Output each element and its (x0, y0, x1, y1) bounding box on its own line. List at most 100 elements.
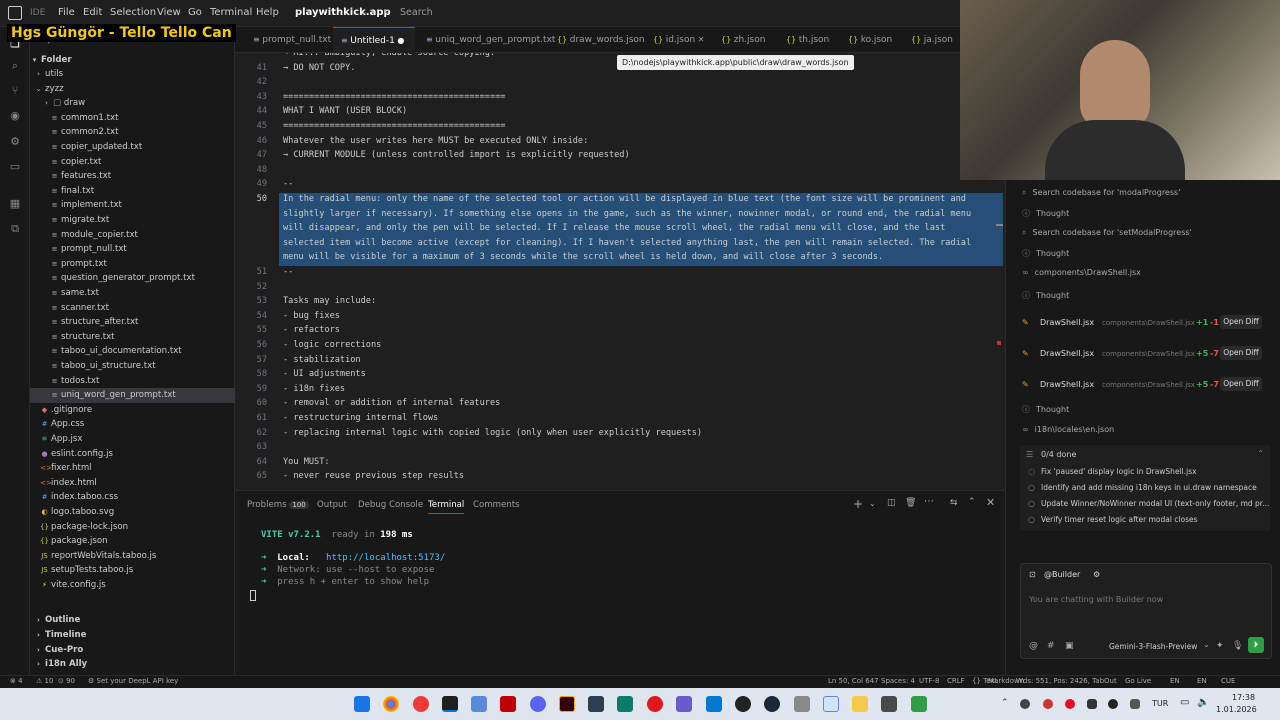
tab-debug-console[interactable]: Debug Console (358, 500, 423, 510)
notepad-icon[interactable] (823, 696, 839, 712)
discord-icon[interactable] (530, 696, 546, 712)
code-line[interactable]: menu will be visible for a maximum of 3 … (283, 252, 883, 262)
code-line[interactable]: Whatever the user writes here MUST be ex… (283, 136, 588, 146)
tree-item-final-txt[interactable]: ≡ final.txt (30, 184, 235, 199)
tree-item-structure-after-txt[interactable]: ≡ structure_after.txt (30, 315, 235, 330)
open-diff-button[interactable]: Open Diff (1220, 377, 1262, 391)
code-line[interactable]: - UI adjustments (283, 369, 366, 379)
status-item[interactable]: EN (1197, 677, 1207, 685)
code-line[interactable]: - never reuse previous step results (283, 471, 464, 481)
tree-item-structure-txt[interactable]: ≡ structure.txt (30, 330, 235, 345)
code-line[interactable]: - replacing internal logic with copied l… (283, 428, 702, 438)
app-icon-11[interactable] (676, 696, 692, 712)
status-item[interactable]: CRLF (947, 677, 965, 685)
code-line[interactable]: -- (283, 267, 293, 277)
tree-item-uniq-word-gen-prompt-txt[interactable]: ≡ uniq_word_gen_prompt.txt (30, 388, 235, 403)
status-indicator[interactable]: ⚠ 10 (36, 677, 53, 685)
tab-problems[interactable]: Problems 100 (247, 500, 309, 510)
tree-item-prompt-txt[interactable]: ≡ prompt.txt (30, 257, 235, 272)
code-line[interactable]: - stabilization (283, 355, 361, 365)
folder-icon[interactable] (852, 696, 868, 712)
diff-card[interactable]: ✎ DrawShell.jsx components\DrawShell.jsx +5… (1018, 376, 1268, 398)
language-indicator[interactable]: TUR (1152, 699, 1168, 708)
tree-item-eslint-config-js[interactable]: ● eslint.config.js (30, 447, 235, 462)
model-selector[interactable]: Gemini-3-Flash-Preview (1109, 642, 1197, 651)
todo-item[interactable]: Update Winner/NoWinner modal UI (text-on… (1041, 499, 1269, 508)
localhost-link[interactable]: http://localhost:5173/ (326, 553, 445, 563)
status-item[interactable]: EN (1170, 677, 1180, 685)
tree-item-utils[interactable]: › utils (30, 67, 235, 82)
section-cue-pro[interactable]: › Cue-Pro (34, 643, 83, 658)
testing-icon[interactable]: ⧉ (8, 222, 22, 236)
close-icon[interactable]: ✕ (695, 35, 705, 44)
chat-input-placeholder[interactable]: You are chatting with Builder now (1029, 595, 1163, 604)
code-line[interactable]: - removal or addition of internal featur… (283, 398, 500, 408)
status-item[interactable]: Go Live (1125, 677, 1151, 685)
code-line[interactable]: → CURRENT MODULE (unless controlled impo… (283, 150, 630, 160)
tree-item-setuptests-taboo-js[interactable]: JS setupTests.taboo.js (30, 563, 235, 578)
tree-item-scanner-txt[interactable]: ≡ scanner.txt (30, 301, 235, 316)
status-item[interactable]: UTF-8 (919, 677, 939, 685)
code-line[interactable]: WHAT I WANT (USER BLOCK) (283, 106, 407, 116)
code-line[interactable]: ========================================… (283, 92, 505, 102)
menu-file[interactable]: File (58, 7, 75, 18)
todo-item[interactable]: Identify and add missing i18n keys in ui… (1041, 483, 1257, 492)
diff-card[interactable]: ✎ DrawShell.jsx components\DrawShell.jsx +1… (1018, 314, 1268, 336)
menu-help[interactable]: Help (256, 7, 279, 18)
chrome-icon[interactable] (383, 696, 399, 712)
tray-icon-6[interactable] (1130, 699, 1140, 709)
scrollbar-thumb[interactable] (996, 224, 1003, 226)
code-line[interactable]: → DO NOT COPY. (283, 63, 355, 73)
status-item[interactable]: Ln 50, Col 647 (828, 677, 879, 685)
vivaldi-icon[interactable] (413, 696, 429, 712)
code-line[interactable]: - refactors (283, 325, 340, 335)
deepl-status[interactable]: ⚙ Set your DeepL API key (88, 677, 178, 685)
code-line[interactable]: Tasks may include: (283, 296, 376, 306)
mention-icon[interactable]: @ (1029, 641, 1038, 651)
run-debug-icon[interactable]: ◉ (8, 109, 22, 123)
code-line[interactable]: - logic corrections (283, 340, 381, 350)
section-timeline[interactable]: › Timeline (34, 628, 86, 643)
chevron-down-icon[interactable]: ⌄ (361, 7, 368, 16)
vscode-icon[interactable] (706, 696, 722, 712)
folder-section-header[interactable]: ▾ Folder (30, 53, 235, 68)
tree-item-taboo-ui-structure-txt[interactable]: ≡ taboo_ui_structure.txt (30, 359, 235, 374)
tab-output[interactable]: Output (317, 500, 347, 510)
chat-step-link[interactable]: ∞ components\DrawShell.jsx (1022, 268, 1141, 277)
menu-edit[interactable]: Edit (83, 7, 102, 18)
record-icon[interactable] (647, 696, 663, 712)
tray-icon-4[interactable] (1087, 699, 1097, 709)
app-icon-15[interactable] (794, 696, 810, 712)
blocks-icon[interactable]: ▦ (8, 197, 22, 211)
close-panel-icon[interactable]: ✕ (986, 496, 995, 509)
menu-view[interactable]: View (157, 7, 181, 18)
app-icon-19[interactable] (911, 696, 927, 712)
tree-item-fixer-html[interactable]: <>fixer.html (30, 461, 235, 476)
windows-start-icon[interactable] (354, 696, 370, 712)
tree-item-draw[interactable]: › ▢ draw (30, 96, 235, 111)
status-indicator[interactable]: ⊗ 4 (10, 677, 23, 685)
tree-item-app-jsx[interactable]: ⚛ App.jsx (30, 432, 235, 447)
chat-input-box[interactable]: ⊡ @Builder ⚙ You are chatting with Builder … (1020, 563, 1272, 659)
todo-item[interactable]: Verify timer reset logic after modal clo… (1041, 515, 1198, 524)
code-line[interactable]: -- (283, 179, 293, 189)
tree-item-package-json[interactable]: {} package.json (30, 534, 235, 549)
todo-item[interactable]: Fix 'paused' display logic in DrawShell.… (1041, 467, 1197, 476)
search-box[interactable]: ⌕ Search (380, 5, 610, 22)
tree-item-implement-txt[interactable]: ≡ implement.txt (30, 198, 235, 213)
more-actions-icon[interactable]: ⋯ (924, 496, 934, 507)
tree-item-common2-txt[interactable]: ≡ common2.txt (30, 125, 235, 140)
search-icon[interactable]: ⌕ (8, 59, 22, 73)
tree-item-taboo-ui-documentation-txt[interactable]: ≡ taboo_ui_documentation.txt (30, 344, 235, 359)
unsaved-dot-icon[interactable]: ● (395, 36, 404, 45)
tree-item-same-txt[interactable]: ≡ same.txt (30, 286, 235, 301)
tree-item--gitignore[interactable]: ◆ .gitignore (30, 403, 235, 418)
tree-item-module-copier-txt[interactable]: ≡ module_copier.txt (30, 228, 235, 243)
obs-icon[interactable] (735, 696, 751, 712)
tree-item-copier-updated-txt[interactable]: ≡ copier_updated.txt (30, 140, 235, 155)
clock-time[interactable]: 17:38 (1232, 693, 1255, 702)
code-line[interactable]: - bug fixes (283, 311, 340, 321)
menu-terminal[interactable]: Terminal (210, 7, 252, 18)
status-item[interactable]: Wds: 551, Pos: 2426, TabOut (1016, 677, 1117, 685)
tree-item-common1-txt[interactable]: ≡ common1.txt (30, 111, 235, 126)
